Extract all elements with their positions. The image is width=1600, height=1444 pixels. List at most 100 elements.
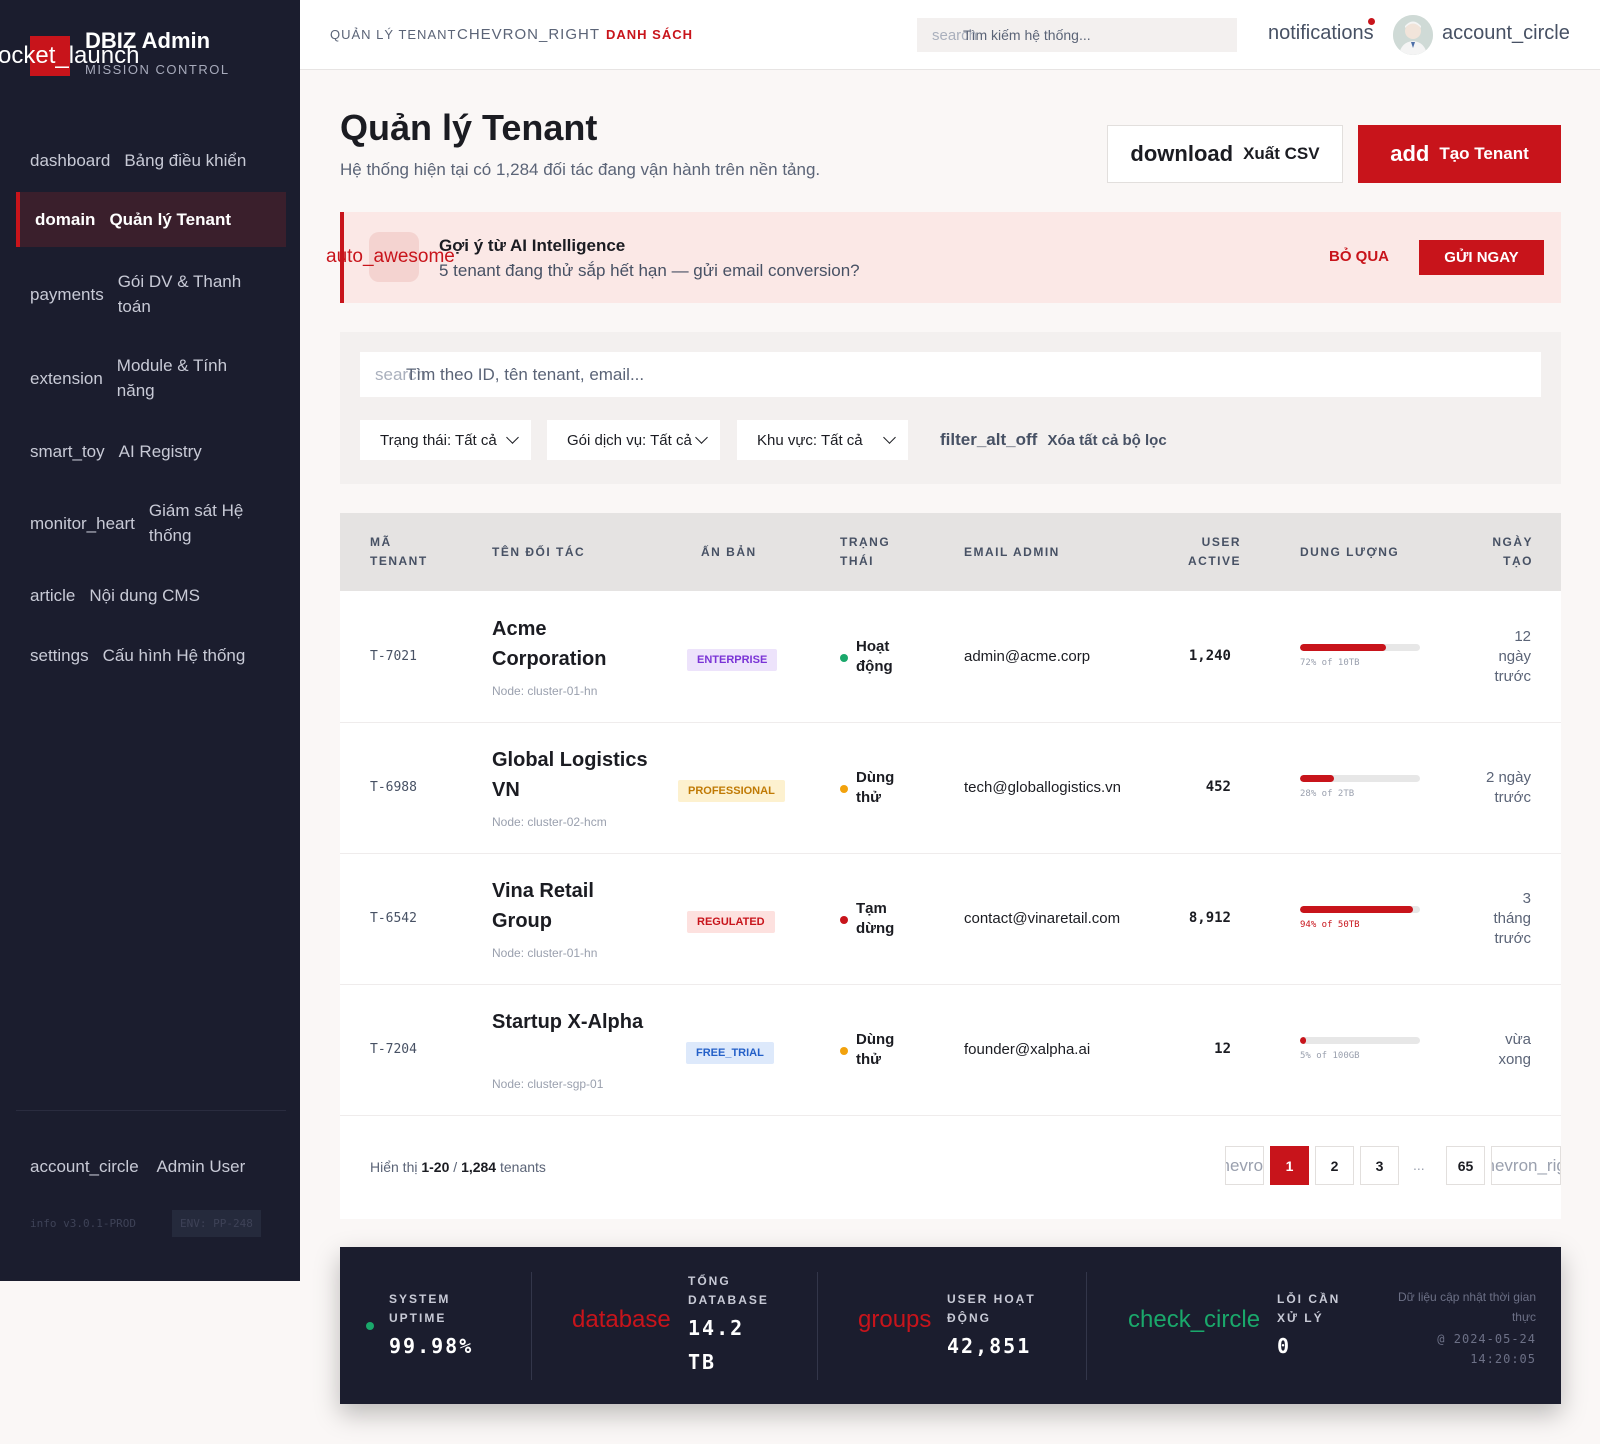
sidebar-item-label: Quản lý Tenant [109, 209, 231, 229]
sidebar-item-label: Gói DV & Thanh toán [117, 272, 242, 316]
send-now-button[interactable]: GỬI NGAY [1419, 240, 1544, 275]
admin-email: admin@acme.corp [964, 648, 1091, 665]
col-label: NGÀY [1492, 535, 1533, 549]
avatar[interactable] [1393, 15, 1433, 55]
smart-toy-icon: smart_toy [30, 442, 105, 461]
pagination-sep: / [453, 1159, 458, 1175]
notification-dot [1368, 18, 1375, 25]
tenant-name[interactable]: Startup X-Alpha [492, 1007, 652, 1037]
account-circle-icon[interactable]: account_circle [1442, 22, 1570, 45]
col-label: MÃ [370, 535, 392, 549]
db-label: TỔNG DATABASE [688, 1274, 769, 1307]
tenant-id[interactable]: T-7021 [370, 649, 417, 664]
breadcrumb-list: DANH SÁCH [606, 27, 693, 42]
active-users-label: USER HOẠT ĐỘNG [947, 1292, 1036, 1325]
col-admin-email[interactable]: EMAIL ADMIN [964, 543, 1060, 562]
sidebar-item-billing[interactable]: payments Gói DV & Thanh toán [16, 268, 286, 320]
admin-email: tech@globallogistics.vn [964, 779, 1121, 796]
plan-filter-select[interactable]: Gói dịch vụ: Tất cả [547, 420, 720, 460]
database-icon: database [572, 1306, 671, 1333]
table-header: MÃ TENANT TÊN ĐỐI TÁC ẤN BẢN TRẠNG THÁI … [340, 513, 1561, 591]
tenant-id[interactable]: T-6988 [370, 780, 417, 795]
stat-divider [1086, 1272, 1087, 1380]
storage-label: 94% of 50TB [1300, 920, 1360, 930]
col-active-users[interactable]: USER ACTIVE [1188, 533, 1241, 571]
create-tenant-button[interactable]: add Tạo Tenant [1358, 125, 1561, 183]
sidebar-item-ai-registry[interactable]: smart_toy AI Registry [16, 436, 286, 468]
sidebar-user[interactable]: account_circle Admin User [30, 1157, 245, 1177]
pagination-total: 1,284 [461, 1159, 497, 1175]
status-text: Tạm dừng [856, 900, 895, 937]
sidebar-item-modules[interactable]: extension Module & Tính năng [16, 352, 286, 404]
uptime-value: 99.98% [389, 1334, 474, 1358]
page-button-last[interactable]: 65 [1446, 1146, 1485, 1185]
groups-icon: groups [858, 1306, 932, 1333]
region-filter-value: Khu vực: Tất cả [757, 431, 863, 449]
page-button-3[interactable]: 3 [1360, 1146, 1399, 1185]
pagination-info: Hiển thị 1-20 / 1,284 tenants [370, 1159, 546, 1175]
notifications-icon[interactable]: notifications [1268, 22, 1374, 45]
col-created-date[interactable]: NGÀY TẠO [1492, 533, 1533, 571]
col-label: USER [1201, 535, 1241, 549]
global-search-input[interactable]: search Tìm kiếm hệ thống... [917, 18, 1237, 52]
export-csv-button[interactable]: download Xuất CSV [1107, 125, 1343, 183]
sidebar-item-dashboard[interactable]: dashboard Bảng điều khiển [16, 145, 286, 177]
status-filter-select[interactable]: Trạng thái: Tất cả [360, 420, 531, 460]
add-icon: add [1390, 141, 1430, 166]
col-tenant-id[interactable]: MÃ TENANT [370, 533, 428, 571]
admin-email: founder@xalpha.ai [964, 1041, 1091, 1058]
article-icon: article [30, 586, 76, 605]
page-button-2[interactable]: 2 [1315, 1146, 1354, 1185]
sidebar-item-label: Giám sát Hệ thống [148, 501, 244, 545]
table-row[interactable]: T-7021 Acme Corporation Node: cluster-01… [340, 592, 1561, 723]
status-text: Dùng thử [856, 769, 895, 806]
active-users-value: 42,851 [947, 1334, 1032, 1358]
col-label: THÁI [840, 554, 874, 568]
download-icon: download [1130, 141, 1234, 166]
stat-divider [531, 1272, 532, 1380]
chevron-left-icon: chevron_left [1226, 1155, 1264, 1175]
tenant-id[interactable]: T-7204 [370, 1042, 417, 1057]
col-edition[interactable]: ẤN BẢN [701, 543, 757, 562]
tenant-name[interactable]: Acme Corporation [492, 614, 652, 674]
skip-button[interactable]: BỎ QUA [1329, 248, 1389, 265]
status-dot [840, 1047, 848, 1055]
table-row[interactable]: T-7204 Startup X-Alpha Node: cluster-sgp… [340, 985, 1561, 1116]
col-storage[interactable]: DUNG LƯỢNG [1300, 543, 1399, 562]
tenant-id[interactable]: T-6542 [370, 911, 417, 926]
col-label: TENANT [370, 554, 428, 568]
breadcrumb-tenants[interactable]: QUẢN LÝ TENANT [330, 27, 456, 42]
col-status[interactable]: TRẠNG THÁI [840, 533, 890, 571]
storage-bar-fill [1300, 906, 1413, 913]
search-placeholder: Tìm theo ID, tên tenant, email... [406, 365, 645, 384]
col-label: TRẠNG [840, 535, 891, 549]
storage-bar-fill [1300, 1037, 1306, 1044]
chevron-down-icon [695, 431, 708, 444]
storage-bar [1300, 775, 1420, 782]
prev-page-button[interactable]: chevron_left [1225, 1146, 1264, 1185]
status-text: Dùng thử [856, 1031, 895, 1068]
next-page-button[interactable]: chevron_right [1491, 1146, 1561, 1185]
tenant-name[interactable]: Vina Retail Group [492, 876, 652, 936]
col-label: ACTIVE [1187, 554, 1241, 568]
topbar: QUẢN LÝ TENANT CHEVRON_RIGHT DANH SÁCH s… [300, 0, 1600, 70]
page-subtitle: Hệ thống hiện tại có 1,284 đối tác đang … [340, 160, 821, 179]
settings-icon: settings [30, 646, 89, 665]
sidebar-item-cms[interactable]: article Nội dung CMS [16, 580, 286, 612]
created-date: 2 ngày trước [1485, 769, 1531, 806]
clear-filters-button[interactable]: filter_alt_off Xóa tất cả bộ lọc [940, 430, 1167, 450]
tenant-node: Node: cluster-01-hn [492, 684, 598, 698]
banner-text: 5 tenant đang thử sắp hết hạn — gửi emai… [439, 261, 860, 280]
page-button-1[interactable]: 1 [1270, 1146, 1309, 1185]
table-row[interactable]: T-6542 Vina Retail Group Node: cluster-0… [340, 854, 1561, 985]
table-row[interactable]: T-6988 Global Logistics VN Node: cluster… [340, 723, 1561, 854]
status-dot [840, 916, 848, 924]
sidebar-item-label: Cấu hình Hệ thống [102, 646, 246, 665]
sidebar-item-tenants[interactable]: domain Quản lý Tenant [16, 192, 286, 247]
tenant-search-input[interactable]: search Tìm theo ID, tên tenant, email... [360, 352, 1541, 397]
sidebar-item-settings[interactable]: settings Cấu hình Hệ thống [16, 640, 286, 672]
sidebar-item-monitoring[interactable]: monitor_heart Giám sát Hệ thống [16, 497, 286, 549]
col-partner-name[interactable]: TÊN ĐỐI TÁC [492, 543, 585, 562]
tenant-name[interactable]: Global Logistics VN [492, 745, 652, 805]
region-filter-select[interactable]: Khu vực: Tất cả [737, 420, 908, 460]
